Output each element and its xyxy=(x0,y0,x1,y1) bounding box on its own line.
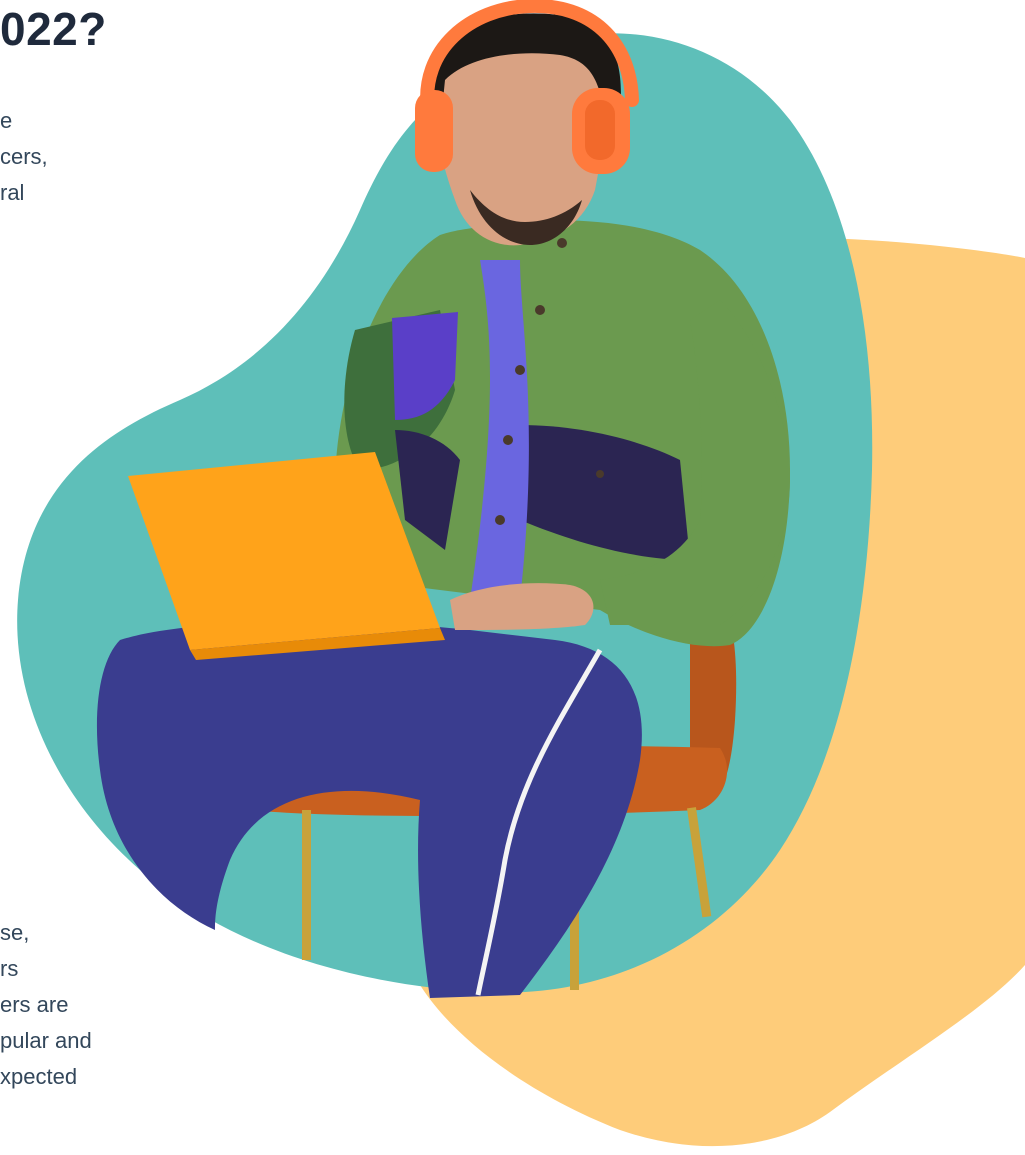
body-line: xpected xyxy=(0,1064,78,1089)
hero-illustration xyxy=(17,0,1025,1147)
intro-paragraph: e cers, ral xyxy=(0,103,48,211)
body-line: pular and xyxy=(0,1028,92,1053)
body-line: se, xyxy=(0,920,30,945)
intro-line: e xyxy=(0,108,13,133)
page-title: 022? xyxy=(0,3,107,55)
page: 022? e cers, ral se, rs ers are pular an… xyxy=(0,0,1025,1155)
body-line: ers are xyxy=(0,992,69,1017)
intro-line: ral xyxy=(0,180,25,205)
body-line: rs xyxy=(0,956,19,981)
body-paragraph: se, rs ers are pular and xpected xyxy=(0,915,92,1095)
intro-line: cers, xyxy=(0,144,48,169)
